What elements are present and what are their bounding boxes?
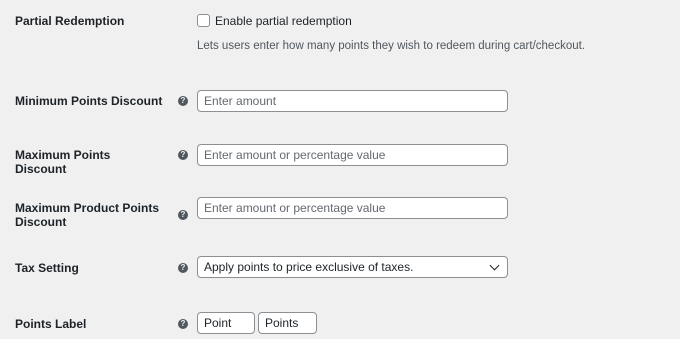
- max-product-points-discount-label-line1: Maximum Product Points: [15, 201, 160, 215]
- max-product-points-discount-input[interactable]: Enter amount or percentage value: [197, 197, 508, 219]
- max-points-discount-input[interactable]: Enter amount or percentage value: [197, 144, 508, 166]
- question-circle-icon[interactable]: ?: [178, 96, 188, 106]
- points-label-singular-input[interactable]: Point: [197, 312, 255, 334]
- min-points-discount-label: Minimum Points Discount: [15, 94, 163, 108]
- question-circle-icon[interactable]: ?: [178, 319, 188, 329]
- max-product-points-discount-label: Maximum Product Points Discount: [15, 201, 165, 229]
- points-label-label: Points Label: [15, 317, 87, 331]
- max-product-points-discount-label-line2: Discount: [15, 215, 67, 229]
- max-points-discount-label: Maximum Points Discount: [15, 148, 111, 176]
- tax-setting-selected-value: Apply points to price exclusive of taxes…: [204, 260, 414, 274]
- question-circle-icon[interactable]: ?: [178, 150, 188, 160]
- partial-redemption-label: Partial Redemption: [15, 14, 125, 28]
- points-label-plural-input[interactable]: Points: [258, 312, 317, 334]
- question-circle-icon[interactable]: ?: [178, 263, 188, 273]
- partial-redemption-description: Lets users enter how many points they wi…: [197, 40, 586, 52]
- chevron-down-icon: [489, 260, 500, 271]
- question-circle-icon[interactable]: ?: [178, 210, 188, 220]
- partial-redemption-checkbox-label[interactable]: Enable partial redemption: [215, 14, 352, 28]
- min-points-discount-input[interactable]: Enter amount: [197, 90, 508, 112]
- partial-redemption-checkbox[interactable]: [197, 14, 210, 27]
- tax-setting-select[interactable]: Apply points to price exclusive of taxes…: [197, 256, 508, 278]
- tax-setting-label: Tax Setting: [15, 261, 79, 275]
